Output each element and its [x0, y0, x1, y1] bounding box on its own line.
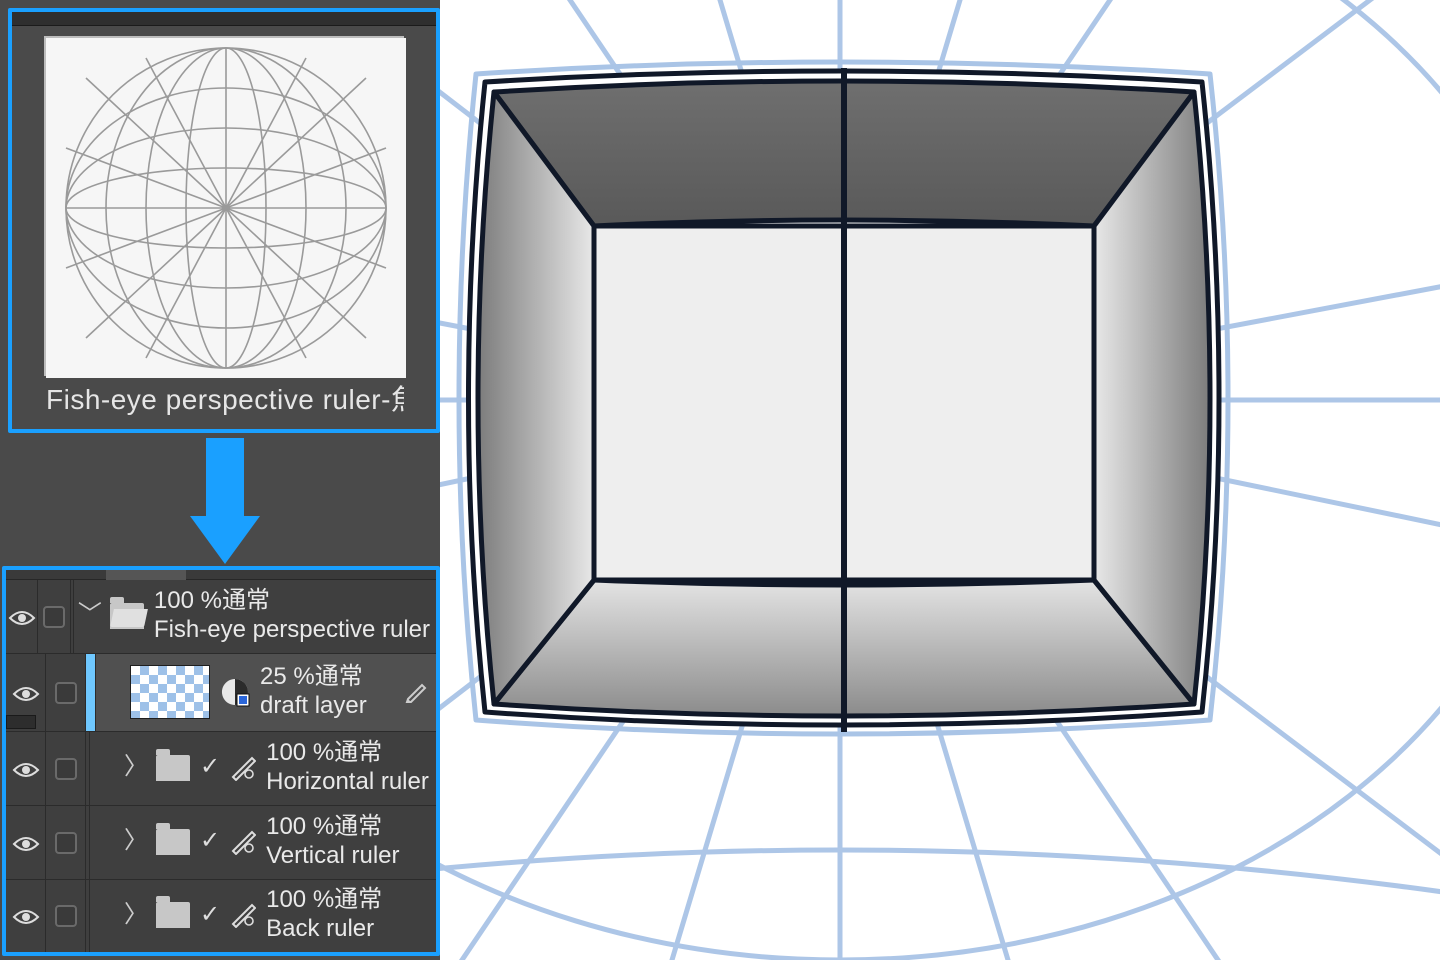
eye-icon[interactable]	[12, 683, 40, 703]
flow-arrow-icon	[190, 438, 260, 563]
layer-name-text: Back ruler	[266, 915, 382, 944]
eye-icon[interactable]	[8, 607, 36, 627]
layer-mask-icon[interactable]	[220, 677, 250, 707]
layer-opacity-text: 100 %通常	[154, 587, 430, 616]
folder-open-icon	[110, 603, 144, 629]
perspective-ruler-icon	[230, 829, 256, 855]
layer-opacity-text: 100 %通常	[266, 739, 429, 768]
material-name: Fish-eye perspective ruler-魚眼	[44, 378, 404, 418]
layer-folder-bruler[interactable]: 〉 ✓ 100 %通常 Back ruler	[6, 880, 436, 952]
draft-layer-icon	[404, 679, 430, 705]
layers-panel-tabstrip[interactable]	[6, 570, 436, 580]
eye-icon[interactable]	[12, 759, 40, 779]
layer-row-draft[interactable]: 25 %通常 draft layer	[6, 654, 436, 732]
lock-checkbox[interactable]	[55, 682, 77, 704]
layer-opacity-text: 100 %通常	[266, 886, 382, 915]
chevron-right-icon[interactable]: 〉	[124, 753, 146, 782]
perspective-ruler-icon	[230, 755, 256, 781]
lock-checkbox[interactable]	[55, 905, 77, 927]
layer-folder-row[interactable]: ﹀ 100 %通常 Fish-eye perspective ruler	[6, 580, 436, 654]
lock-checkbox[interactable]	[55, 832, 77, 854]
chevron-right-icon[interactable]: 〉	[124, 901, 146, 930]
chevron-down-icon[interactable]: ﹀	[78, 601, 100, 630]
layers-panel[interactable]: ﹀ 100 %通常 Fish-eye perspective ruler	[2, 566, 440, 956]
layer-name-text: Horizontal ruler	[266, 768, 429, 797]
layer-name-text: Fish-eye perspective ruler	[154, 616, 430, 645]
material-thumbnail[interactable]	[44, 36, 404, 376]
layer-name-text: Vertical ruler	[266, 842, 399, 871]
perspective-ruler-icon	[230, 902, 256, 928]
check-icon: ✓	[200, 753, 220, 782]
apply-below-toggle[interactable]	[6, 715, 36, 729]
layer-thumbnail[interactable]	[130, 665, 210, 719]
lock-checkbox[interactable]	[43, 606, 65, 628]
layer-name-text: draft layer	[260, 692, 367, 721]
lock-checkbox[interactable]	[55, 758, 77, 780]
layer-opacity-text: 100 %通常	[266, 813, 399, 842]
layer-folder-hruler[interactable]: 〉 ✓ 100 %通常 Horizontal ruler	[6, 732, 436, 806]
check-icon: ✓	[200, 901, 220, 930]
eye-icon[interactable]	[12, 906, 40, 926]
folder-icon	[156, 829, 190, 855]
layer-folder-vruler[interactable]: 〉 ✓ 100 %通常 Vertical ruler	[6, 806, 436, 880]
folder-icon	[156, 755, 190, 781]
panel-titlebar[interactable]	[12, 12, 436, 26]
check-icon: ✓	[200, 827, 220, 856]
layer-opacity-text: 25 %通常	[260, 663, 367, 692]
fisheye-grid-icon	[46, 38, 406, 378]
eye-icon[interactable]	[12, 833, 40, 853]
chevron-right-icon[interactable]: 〉	[124, 827, 146, 856]
folder-icon	[156, 902, 190, 928]
material-thumbnail-panel[interactable]: Fish-eye perspective ruler-魚眼	[8, 8, 440, 433]
